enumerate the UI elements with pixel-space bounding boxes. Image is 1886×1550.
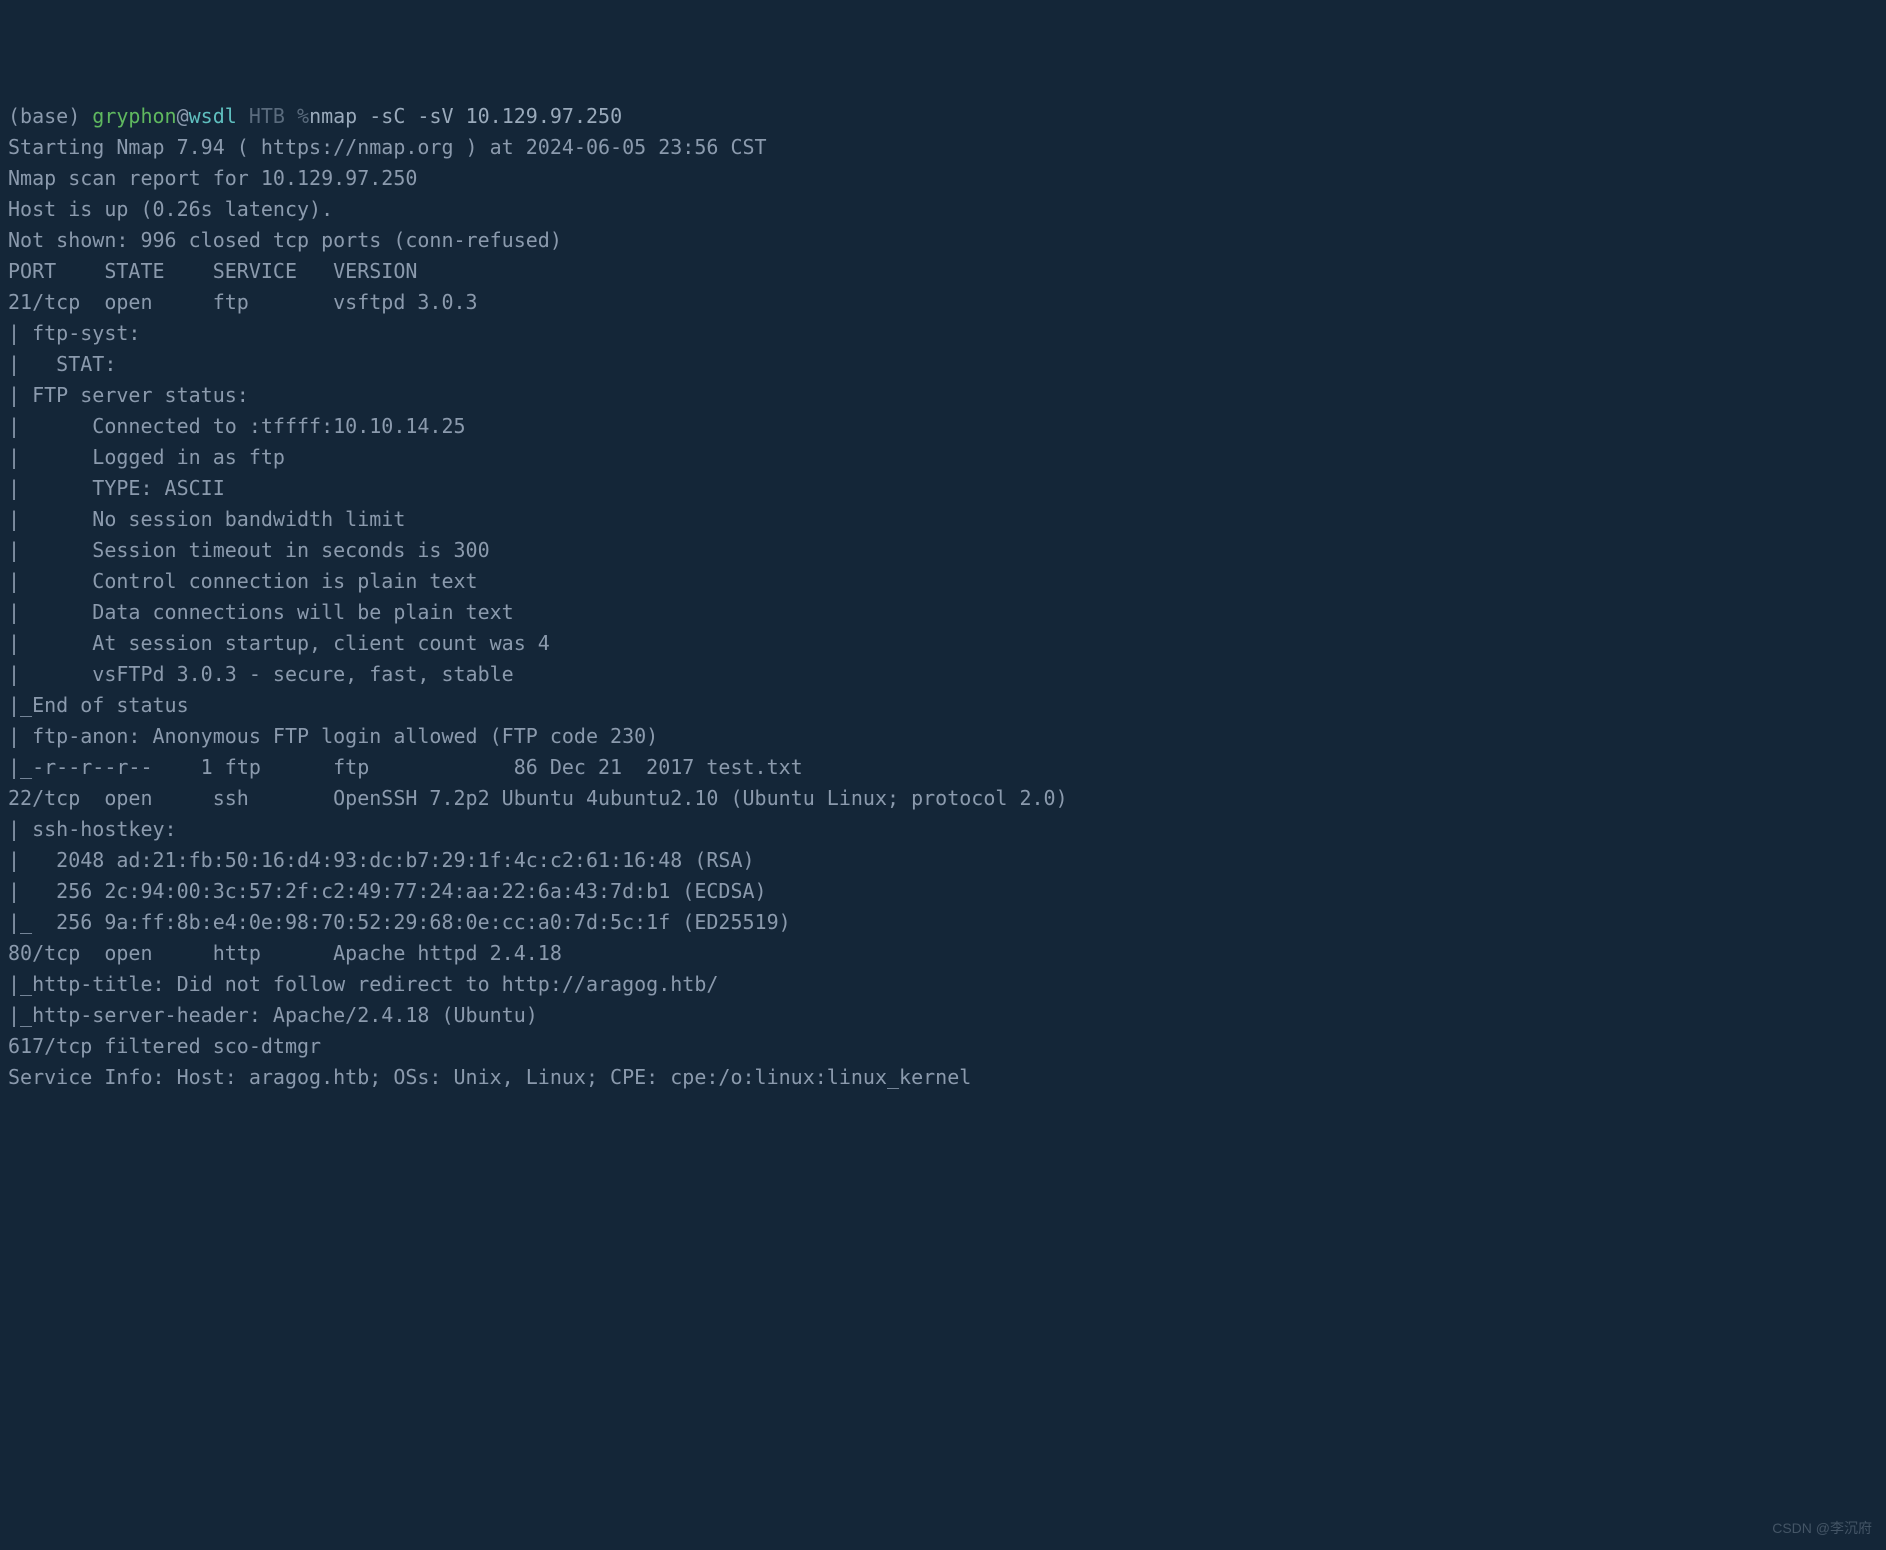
output-line: | ftp-syst: bbox=[8, 321, 140, 345]
output-line: Not shown: 996 closed tcp ports (conn-re… bbox=[8, 228, 562, 252]
prompt-env: (base) bbox=[8, 104, 92, 128]
output-line: | Logged in as ftp bbox=[8, 445, 285, 469]
output-line: 617/tcp filtered sco-dtmgr bbox=[8, 1034, 321, 1058]
output-line: | 2048 ad:21:fb:50:16:d4:93:dc:b7:29:1f:… bbox=[8, 848, 755, 872]
output-line: 80/tcp open http Apache httpd 2.4.18 bbox=[8, 941, 562, 965]
watermark: CSDN @李沉府 bbox=[1772, 1518, 1872, 1540]
output-line: 22/tcp open ssh OpenSSH 7.2p2 Ubuntu 4ub… bbox=[8, 786, 1068, 810]
output-line: | At session startup, client count was 4 bbox=[8, 631, 550, 655]
output-line: |_End of status bbox=[8, 693, 189, 717]
output-line: | Session timeout in seconds is 300 bbox=[8, 538, 490, 562]
output-line: | FTP server status: bbox=[8, 383, 249, 407]
output-line: | STAT: bbox=[8, 352, 116, 376]
output-line: Starting Nmap 7.94 ( https://nmap.org ) … bbox=[8, 135, 767, 159]
output-line: | ssh-hostkey: bbox=[8, 817, 177, 841]
prompt-at: @ bbox=[177, 104, 189, 128]
output-line: |_ 256 9a:ff:8b:e4:0e:98:70:52:29:68:0e:… bbox=[8, 910, 791, 934]
output-line: | vsFTPd 3.0.3 - secure, fast, stable bbox=[8, 662, 514, 686]
terminal-output: (base) gryphon@wsdl HTB %nmap -sC -sV 10… bbox=[8, 101, 1878, 1093]
prompt-host: wsdl bbox=[189, 104, 237, 128]
output-line: | Data connections will be plain text bbox=[8, 600, 514, 624]
output-line: 21/tcp open ftp vsftpd 3.0.3 bbox=[8, 290, 478, 314]
output-line: | 256 2c:94:00:3c:57:2f:c2:49:77:24:aa:2… bbox=[8, 879, 767, 903]
output-line: Nmap scan report for 10.129.97.250 bbox=[8, 166, 417, 190]
prompt-command: nmap -sC -sV 10.129.97.250 bbox=[309, 104, 622, 128]
output-line: |_-r--r--r-- 1 ftp ftp 86 Dec 21 2017 te… bbox=[8, 755, 803, 779]
output-line: | No session bandwidth limit bbox=[8, 507, 405, 531]
prompt-path: HTB % bbox=[237, 104, 309, 128]
output-line: |_http-server-header: Apache/2.4.18 (Ubu… bbox=[8, 1003, 538, 1027]
output-line: | TYPE: ASCII bbox=[8, 476, 225, 500]
output-line: PORT STATE SERVICE VERSION bbox=[8, 259, 417, 283]
output-line: |_http-title: Did not follow redirect to… bbox=[8, 972, 718, 996]
output-line: | Control connection is plain text bbox=[8, 569, 478, 593]
output-line: Service Info: Host: aragog.htb; OSs: Uni… bbox=[8, 1065, 971, 1089]
prompt-user: gryphon bbox=[92, 104, 176, 128]
output-line: Host is up (0.26s latency). bbox=[8, 197, 333, 221]
output-line: | ftp-anon: Anonymous FTP login allowed … bbox=[8, 724, 658, 748]
output-line: | Connected to :tffff:10.10.14.25 bbox=[8, 414, 466, 438]
